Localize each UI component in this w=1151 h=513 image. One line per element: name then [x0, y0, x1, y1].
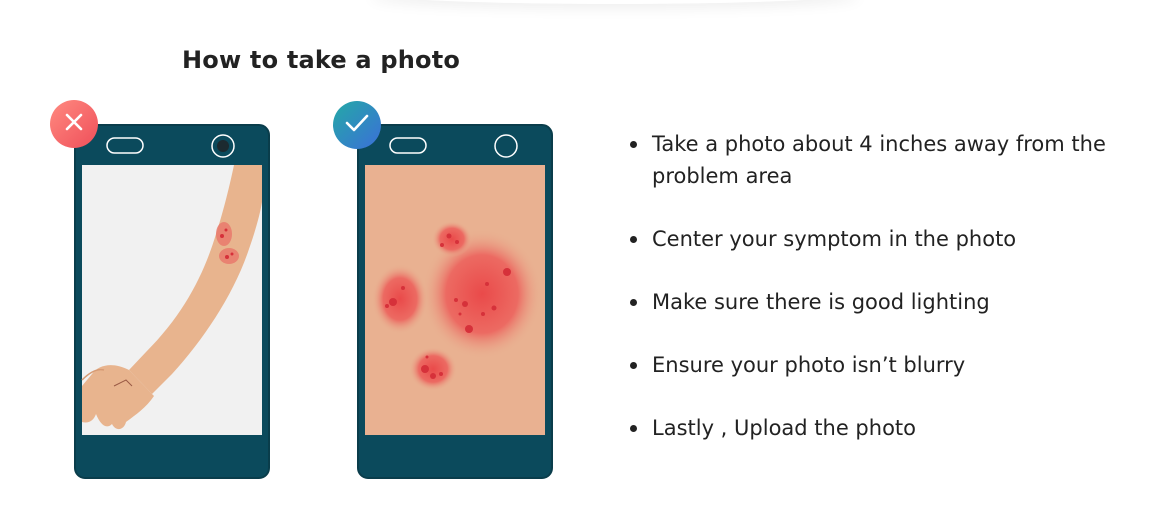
x-mark-icon	[63, 111, 85, 137]
correct-badge	[333, 101, 381, 149]
photo-tips-list: Take a photo about 4 inches away from th…	[628, 128, 1148, 475]
tip-item: Center your symptom in the photo	[628, 223, 1148, 255]
incorrect-badge	[50, 100, 98, 148]
page-title: How to take a photo	[182, 46, 461, 74]
tip-item: Lastly , Upload the photo	[628, 412, 1148, 444]
correct-photo-example	[357, 124, 553, 479]
tip-item: Take a photo about 4 inches away from th…	[628, 128, 1148, 192]
tip-item: Make sure there is good lighting	[628, 286, 1148, 318]
top-card-shadow	[370, 0, 860, 4]
incorrect-photo-example	[74, 124, 270, 479]
checkmark-icon	[344, 112, 370, 138]
tip-item: Ensure your photo isn’t blurry	[628, 349, 1148, 381]
